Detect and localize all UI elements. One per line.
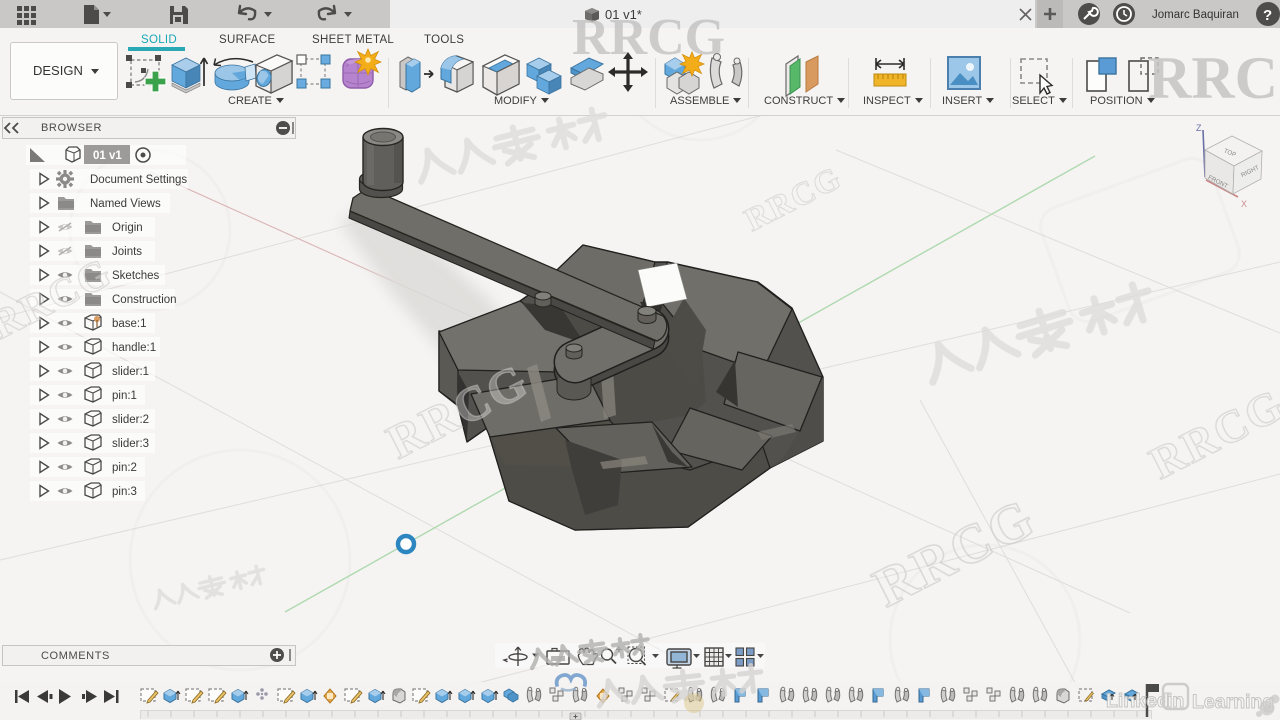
svg-text:base:1: base:1 [112, 318, 147, 330]
svg-text:01 v1: 01 v1 [93, 150, 122, 162]
svg-text:handle:1: handle:1 [112, 342, 156, 354]
svg-text:Named Views: Named Views [90, 198, 161, 210]
svg-text:01 v1*: 01 v1* [605, 7, 642, 22]
svg-text:Jomarc Baquiran: Jomarc Baquiran [1152, 9, 1239, 21]
svg-text:slider:1: slider:1 [112, 366, 149, 378]
svg-text:Construction: Construction [112, 294, 177, 306]
svg-text:pin:1: pin:1 [112, 390, 137, 402]
svg-text:Sketches: Sketches [112, 270, 160, 282]
svg-text:pin:3: pin:3 [112, 486, 137, 498]
svg-text:?: ? [1263, 7, 1272, 24]
svg-text:Z: Z [1196, 123, 1202, 133]
svg-text:Document Settings: Document Settings [90, 174, 187, 186]
svg-text:pin:2: pin:2 [112, 462, 137, 474]
svg-text:slider:3: slider:3 [112, 438, 149, 450]
svg-text:Joints: Joints [112, 246, 142, 258]
svg-text:X: X [1241, 199, 1247, 209]
svg-text:slider:2: slider:2 [112, 414, 149, 426]
svg-text:Origin: Origin [112, 222, 143, 234]
